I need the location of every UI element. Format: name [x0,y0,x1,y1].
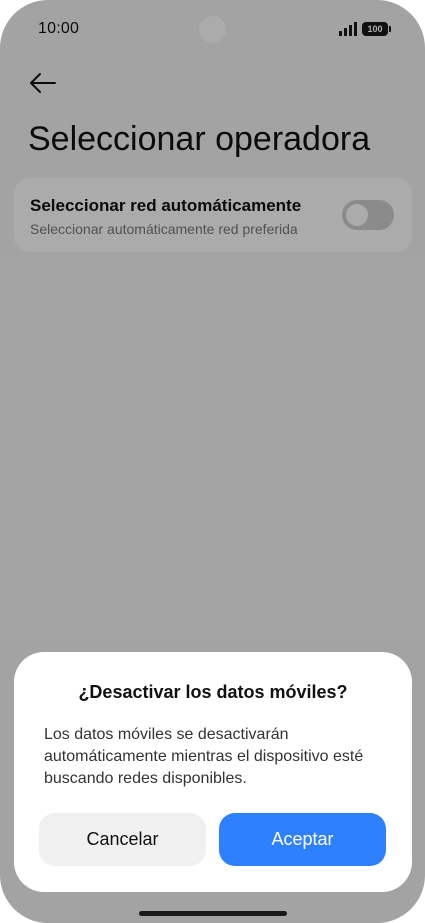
phone-screen: 10:00 100 Seleccionar operadora Seleccio… [0,0,425,923]
dialog-title: ¿Desactivar los datos móviles? [78,682,348,702]
mobile-data-dialog: ¿Desactivar los datos móviles? Los datos… [14,652,412,892]
dialog-message: Los datos móviles se desactivarán automá… [44,726,364,787]
accept-button[interactable]: Aceptar [219,813,386,866]
settings-screen: 10:00 100 Seleccionar operadora Seleccio… [0,0,425,923]
cancel-button[interactable]: Cancelar [39,813,206,866]
home-indicator[interactable] [139,911,287,916]
